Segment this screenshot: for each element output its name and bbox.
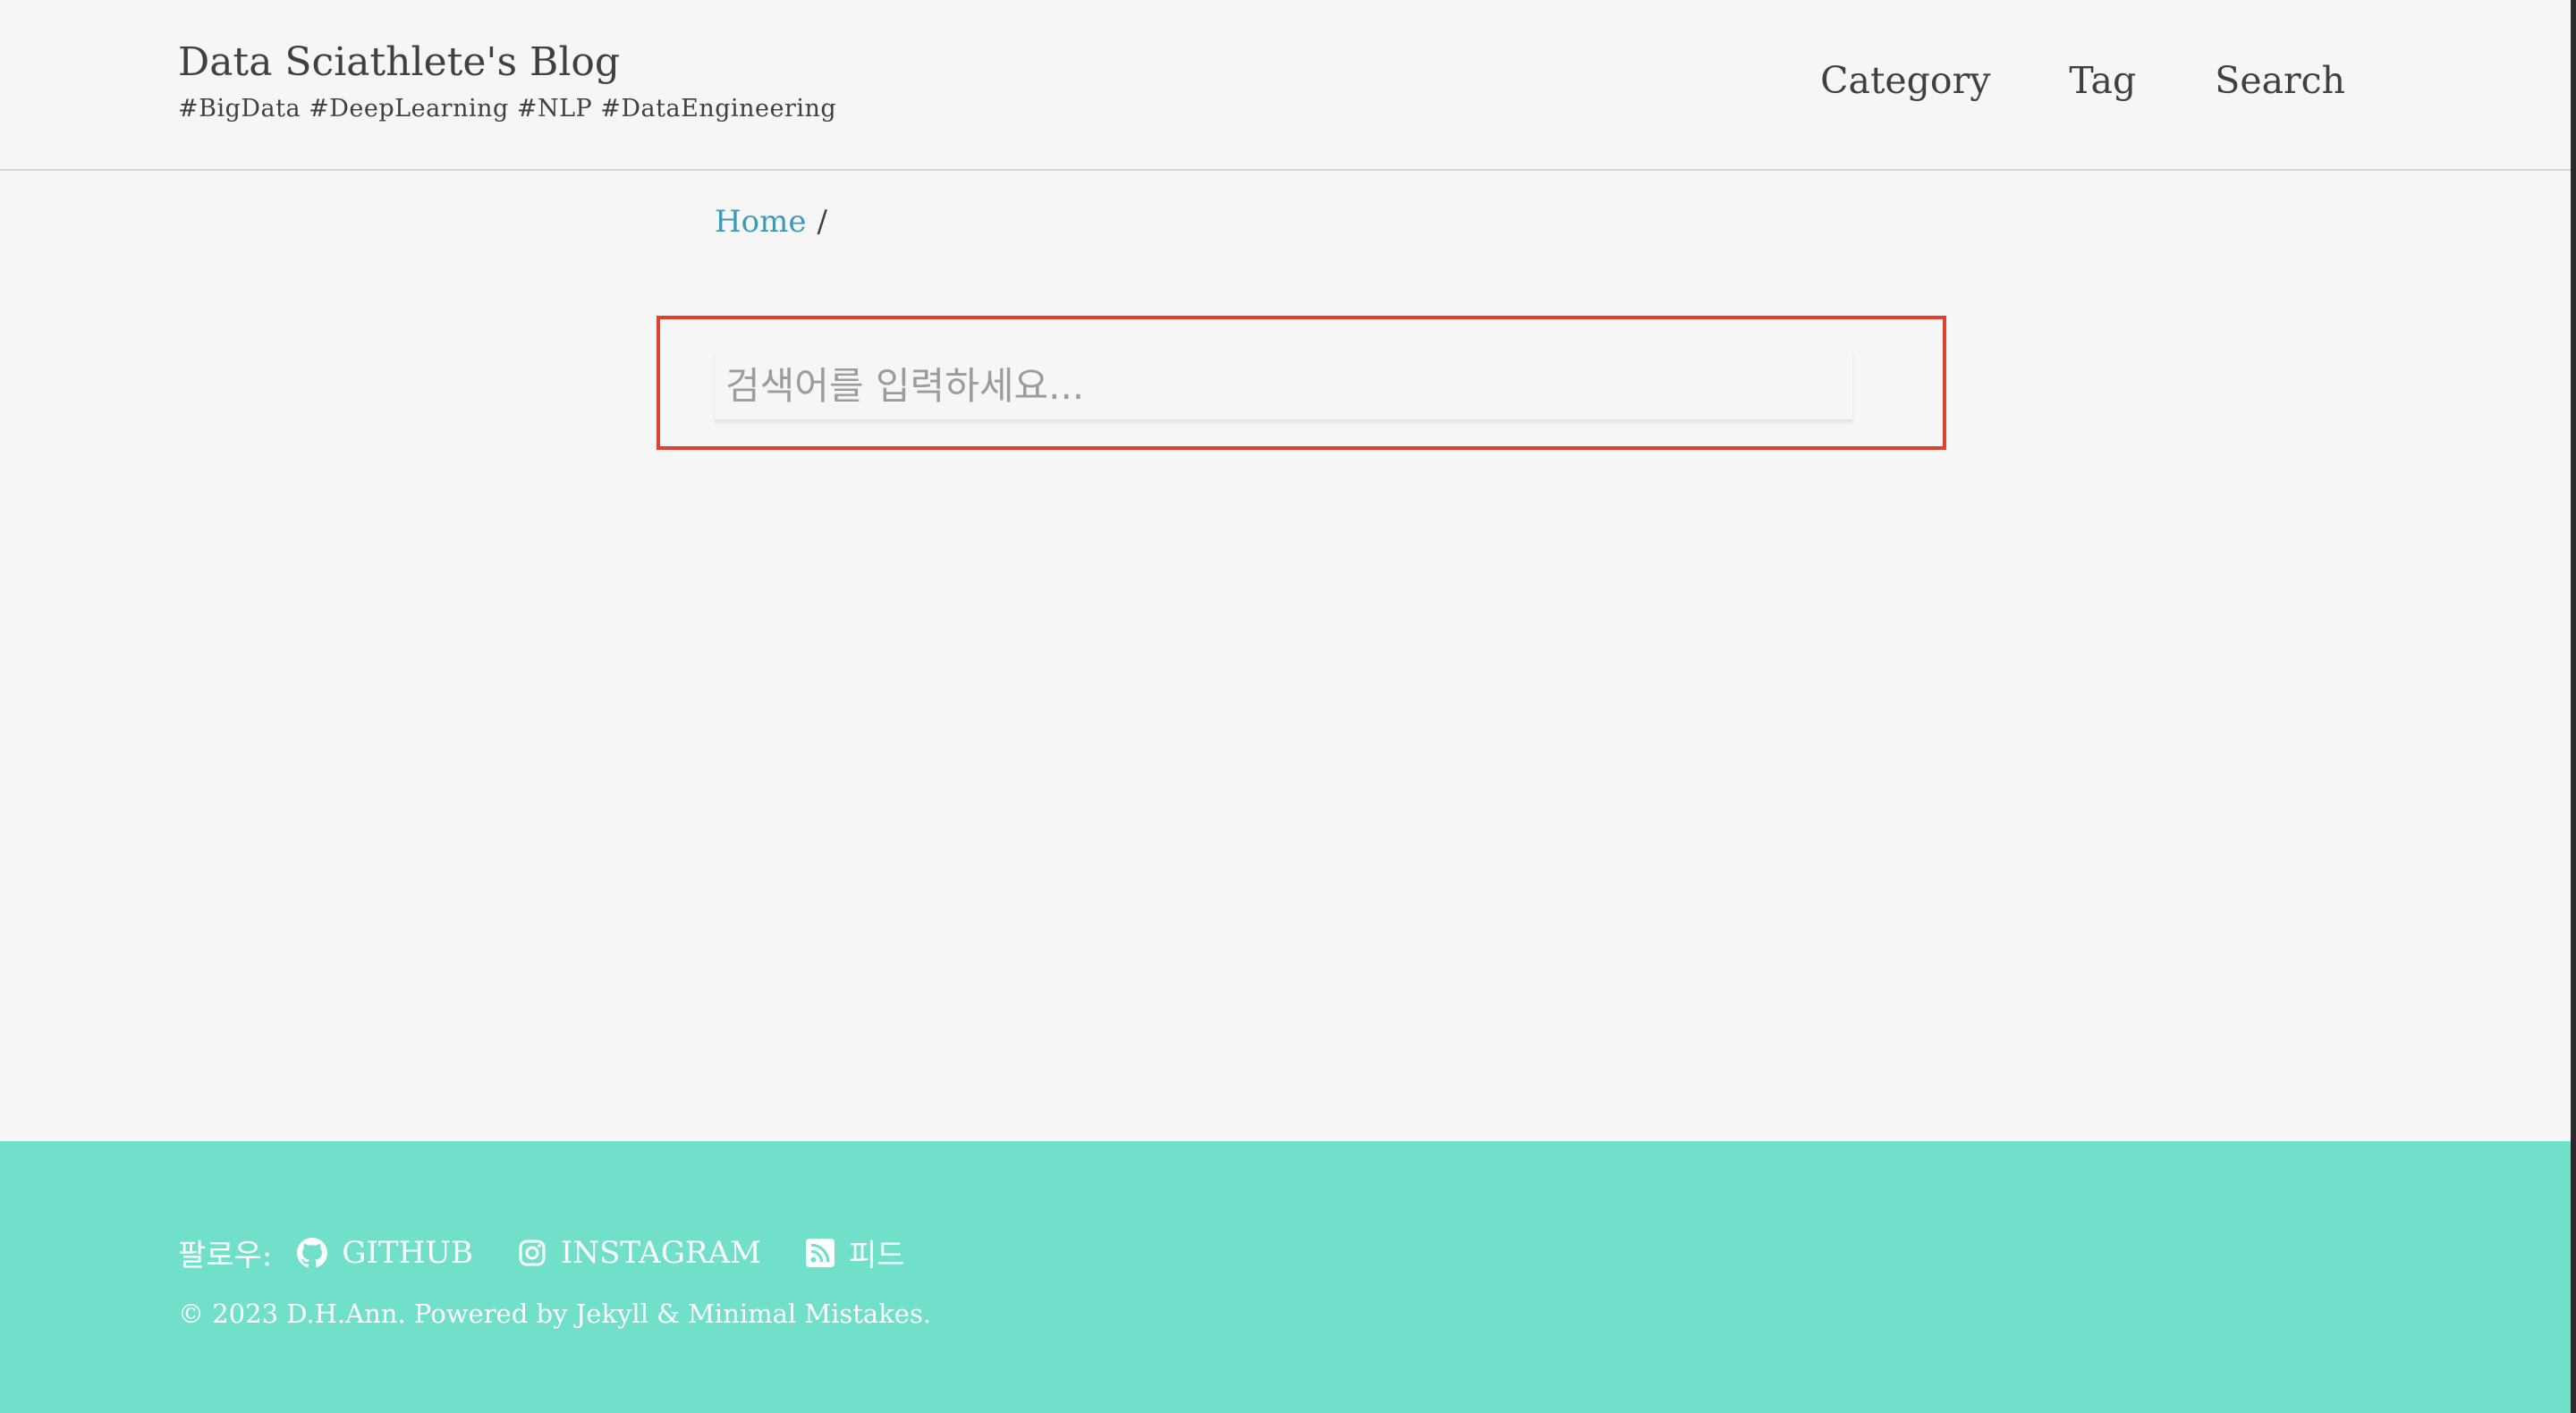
breadcrumb: Home / — [715, 204, 827, 240]
site-subtitle: #BigData #DeepLearning #NLP #DataEnginee… — [178, 95, 837, 123]
github-icon — [297, 1237, 328, 1267]
nav-item-search[interactable]: Search — [2215, 59, 2345, 102]
github-link-label: GITHUB — [342, 1234, 473, 1271]
site-title[interactable]: Data Sciathlete's Blog — [178, 39, 620, 85]
breadcrumb-separator: / — [817, 204, 827, 240]
copyright-text: © 2023 D.H.Ann. Powered by Jekyll & Mini… — [178, 1299, 932, 1329]
instagram-icon — [519, 1240, 546, 1265]
feed-link-label: 피드 — [848, 1238, 905, 1273]
masthead: Data Sciathlete's Blog #BigData #DeepLea… — [0, 0, 2571, 171]
follow-links: 팔로우: GITHUB INSTAGRAM 피드 — [178, 1231, 949, 1274]
github-link[interactable]: GITHUB — [297, 1235, 473, 1271]
nav-item-tag[interactable]: Tag — [2069, 59, 2136, 102]
instagram-link[interactable]: INSTAGRAM — [518, 1235, 761, 1271]
follow-label: 팔로우: — [178, 1238, 273, 1273]
rss-icon — [805, 1238, 835, 1267]
feed-link[interactable]: 피드 — [805, 1231, 905, 1274]
top-nav: Category Tag Search — [1820, 59, 2345, 102]
window-edge — [2571, 0, 2576, 1413]
instagram-link-label: INSTAGRAM — [560, 1234, 761, 1271]
nav-item-category[interactable]: Category — [1820, 59, 1990, 102]
search-input[interactable] — [715, 351, 1852, 421]
page-footer: 팔로우: GITHUB INSTAGRAM 피드 © 2023 D.H.Ann.… — [0, 1141, 2571, 1413]
breadcrumb-home-link[interactable]: Home — [715, 204, 806, 240]
